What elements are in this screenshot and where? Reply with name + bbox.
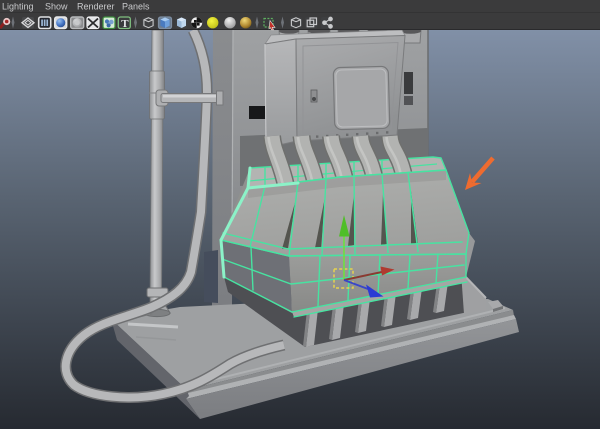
- svg-text:Renderer: Renderer: [77, 2, 115, 12]
- svg-text:T: T: [121, 18, 129, 30]
- svg-text:Panels: Panels: [122, 2, 150, 12]
- svg-text:Lighting: Lighting: [2, 2, 34, 12]
- svg-text:Show: Show: [45, 2, 68, 12]
